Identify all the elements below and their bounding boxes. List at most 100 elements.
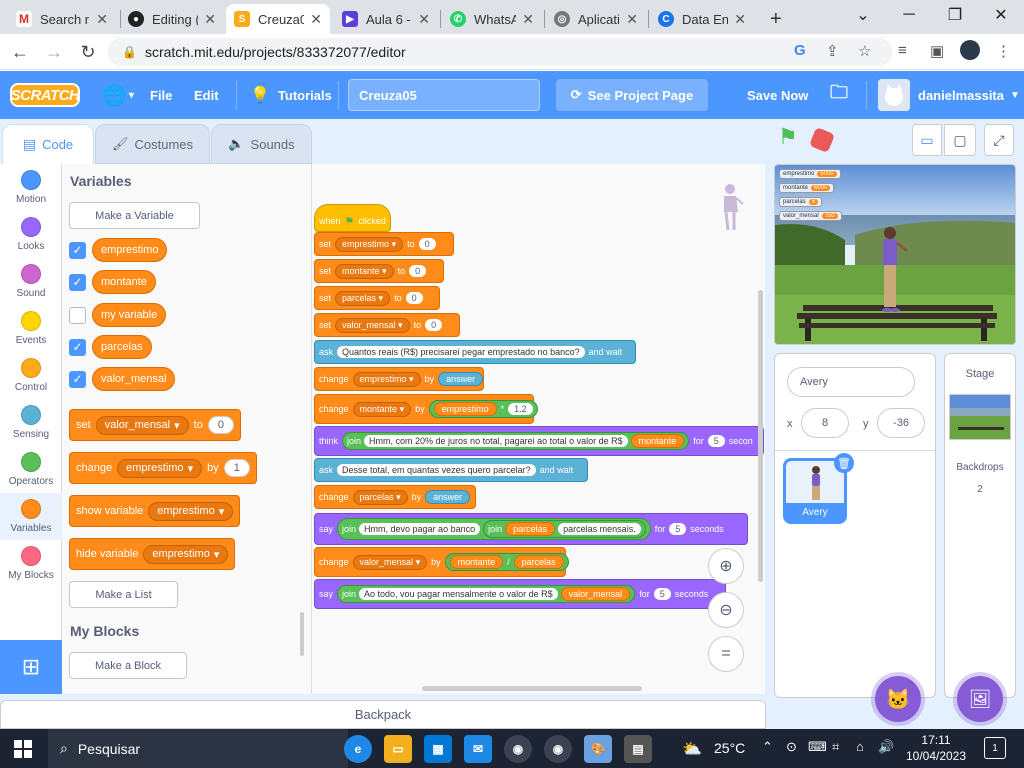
question-input[interactable]: Quantos reais (R$) precisarei pegar empr…: [337, 346, 585, 358]
notification-center-icon[interactable]: 1: [984, 737, 1006, 759]
profile-avatar-icon[interactable]: [960, 40, 980, 60]
sprite-tile-avery[interactable]: Avery 🗑: [783, 453, 854, 524]
file-explorer-icon[interactable]: ▭: [384, 735, 412, 763]
share-icon[interactable]: ⇪: [826, 42, 839, 60]
close-icon[interactable]: ✕: [310, 11, 322, 28]
checkbox-checked-icon[interactable]: ✓: [69, 241, 86, 259]
close-icon[interactable]: ✕: [204, 11, 216, 28]
browser-tab[interactable]: ● Editing ( ✕: [120, 4, 224, 34]
divide-operator[interactable]: montante / parcelas: [444, 553, 569, 571]
browser-tab[interactable]: ✆ WhatsA ✕: [442, 4, 542, 34]
tab-code[interactable]: ▤ Code: [2, 124, 94, 164]
make-variable-button[interactable]: Make a Variable: [69, 202, 200, 229]
variable-dropdown[interactable]: emprestimo ▾: [117, 458, 203, 478]
horizontal-scrollbar[interactable]: [422, 686, 642, 691]
reload-icon[interactable]: ↻: [76, 40, 100, 64]
back-icon[interactable]: ←: [8, 40, 32, 64]
mail-icon[interactable]: ✉: [464, 735, 492, 763]
variable-reporter[interactable]: my variable: [92, 303, 167, 327]
normal-stage-icon[interactable]: ▢: [944, 124, 976, 156]
variable-reporter[interactable]: emprestimo: [92, 238, 168, 262]
seconds-input[interactable]: 5: [669, 523, 687, 535]
tray-keyboard-icon[interactable]: ⌗: [832, 739, 839, 755]
my-stuff-folder-icon[interactable]: 🗀: [830, 71, 848, 119]
question-input[interactable]: Desse total, em quantas vezes quero parc…: [337, 464, 536, 476]
chrome-profile-icon[interactable]: ◉: [544, 735, 572, 763]
save-now-button[interactable]: Save Now: [747, 71, 808, 119]
variable-dropdown[interactable]: montante ▾: [335, 263, 394, 279]
choose-sprite-cat-icon[interactable]: 🐱: [875, 676, 921, 722]
set-block[interactable]: set valor_mensal ▾ to 0: [314, 313, 460, 337]
change-block[interactable]: change valor_mensal ▾ by montante / parc…: [314, 547, 569, 577]
variable-reporter[interactable]: parcelas: [92, 335, 152, 359]
green-flag-button[interactable]: ⚑: [778, 124, 798, 150]
remote-desktop-icon[interactable]: ▤: [624, 735, 652, 763]
variable-monitor[interactable]: montante 6000: [779, 183, 835, 193]
checkbox-checked-icon[interactable]: ✓: [69, 370, 86, 388]
variable-dropdown[interactable]: parcelas ▾: [335, 290, 391, 306]
change-block[interactable]: change montante ▾ by emprestimo * 1.2: [314, 394, 538, 424]
paint-icon[interactable]: 🎨: [584, 735, 612, 763]
text-input[interactable]: Hmm, devo pagar ao banco: [359, 523, 481, 535]
variable-monitor[interactable]: parcelas 8: [779, 197, 823, 207]
variable-reporter[interactable]: parcelas: [505, 522, 556, 536]
delete-sprite-icon[interactable]: 🗑: [834, 453, 854, 473]
ask-and-wait-block[interactable]: ask Desse total, em quantas vezes quero …: [314, 458, 588, 482]
side-panel-icon[interactable]: ▣: [930, 42, 944, 60]
tab-costumes[interactable]: 🖌 Costumes: [95, 124, 210, 164]
category-my-blocks[interactable]: My Blocks: [0, 540, 62, 587]
variable-reporter[interactable]: montante: [449, 555, 504, 569]
sprite-name-field[interactable]: Avery: [787, 367, 915, 397]
hide-variable-block[interactable]: hide variable emprestimo ▾: [69, 538, 236, 570]
tutorials-button[interactable]: 💡 Tutorials: [250, 71, 332, 119]
variable-dropdown[interactable]: emprestimo ▾: [148, 501, 234, 521]
reading-list-icon[interactable]: ≡: [898, 42, 907, 59]
category-events[interactable]: Events: [0, 305, 62, 352]
zoom-reset-icon[interactable]: =: [708, 636, 744, 672]
set-variable-block[interactable]: set valor_mensal ▾ to 0: [69, 409, 241, 441]
zoom-in-icon[interactable]: ⊕: [708, 548, 744, 584]
seconds-input[interactable]: 5: [653, 588, 671, 600]
category-operators[interactable]: Operators: [0, 446, 62, 493]
browser-tab-active[interactable]: S Creuza0 ✕: [226, 4, 330, 34]
checkbox-unchecked-icon[interactable]: [69, 306, 86, 324]
when-flag-clicked-block[interactable]: when ⚑ clicked: [314, 204, 391, 232]
value-input[interactable]: 0: [418, 238, 436, 250]
multiply-operator[interactable]: emprestimo * 1.2: [428, 400, 538, 418]
taskbar-search-box[interactable]: ⌕ Pesquisar: [48, 729, 348, 768]
variable-dropdown[interactable]: emprestimo ▾: [335, 236, 404, 252]
language-globe-icon[interactable]: 🌐 ▾: [102, 71, 134, 119]
set-block[interactable]: set emprestimo ▾ to 0: [314, 232, 454, 256]
tray-meet-icon[interactable]: ⊙: [786, 739, 797, 755]
username-menu[interactable]: danielmassita ▼: [918, 71, 1020, 119]
clock-time[interactable]: 17:11: [904, 733, 968, 747]
value-input[interactable]: 0: [425, 319, 443, 331]
change-block[interactable]: change parcelas ▾ by answer: [314, 485, 476, 509]
browser-tab[interactable]: ◎ Aplicati ✕: [546, 4, 646, 34]
variable-dropdown[interactable]: emprestimo ▾: [143, 544, 229, 564]
palette-scrollbar[interactable]: [300, 612, 304, 656]
show-variable-block[interactable]: show variable emprestimo ▾: [69, 495, 241, 527]
script-workspace[interactable]: when ⚑ clicked set emprestimo ▾ to 0 set…: [312, 164, 765, 694]
stage-selector-pane[interactable]: Stage Backdrops 2 🖼: [944, 353, 1016, 722]
change-block[interactable]: change emprestimo ▾ by answer: [314, 367, 484, 391]
add-extension-button[interactable]: ⊞: [0, 640, 62, 694]
say-for-secs-block[interactable]: say join Ao todo, vou pagar mensalmente …: [314, 579, 726, 609]
set-block[interactable]: set montante ▾ to 0: [314, 259, 444, 283]
close-icon[interactable]: ✕: [418, 11, 430, 28]
variable-reporter[interactable]: montante: [92, 270, 156, 294]
backpack-bar[interactable]: Backpack: [0, 700, 766, 729]
variable-reporter[interactable]: valor_mensal: [560, 587, 631, 601]
text-input[interactable]: Hmm, com 20% de juros no total, pagarei …: [364, 435, 628, 447]
variable-dropdown[interactable]: valor_mensal ▾: [352, 554, 428, 570]
text-input[interactable]: Ao todo, vou pagar mensalmente o valor d…: [359, 588, 558, 600]
edit-menu[interactable]: Edit: [194, 71, 219, 119]
value-input[interactable]: 0: [409, 265, 427, 277]
tray-network-icon[interactable]: ⌨: [808, 739, 827, 755]
value-input[interactable]: 1.2: [508, 403, 533, 415]
seconds-input[interactable]: 5: [707, 435, 725, 447]
chrome-icon[interactable]: ◉: [504, 735, 532, 763]
variable-monitor[interactable]: emprestimo 5000: [779, 169, 841, 179]
close-icon[interactable]: ✕: [734, 11, 746, 28]
url-field[interactable]: 🔒 scratch.mit.edu/projects/833372077/edi…: [108, 38, 892, 66]
